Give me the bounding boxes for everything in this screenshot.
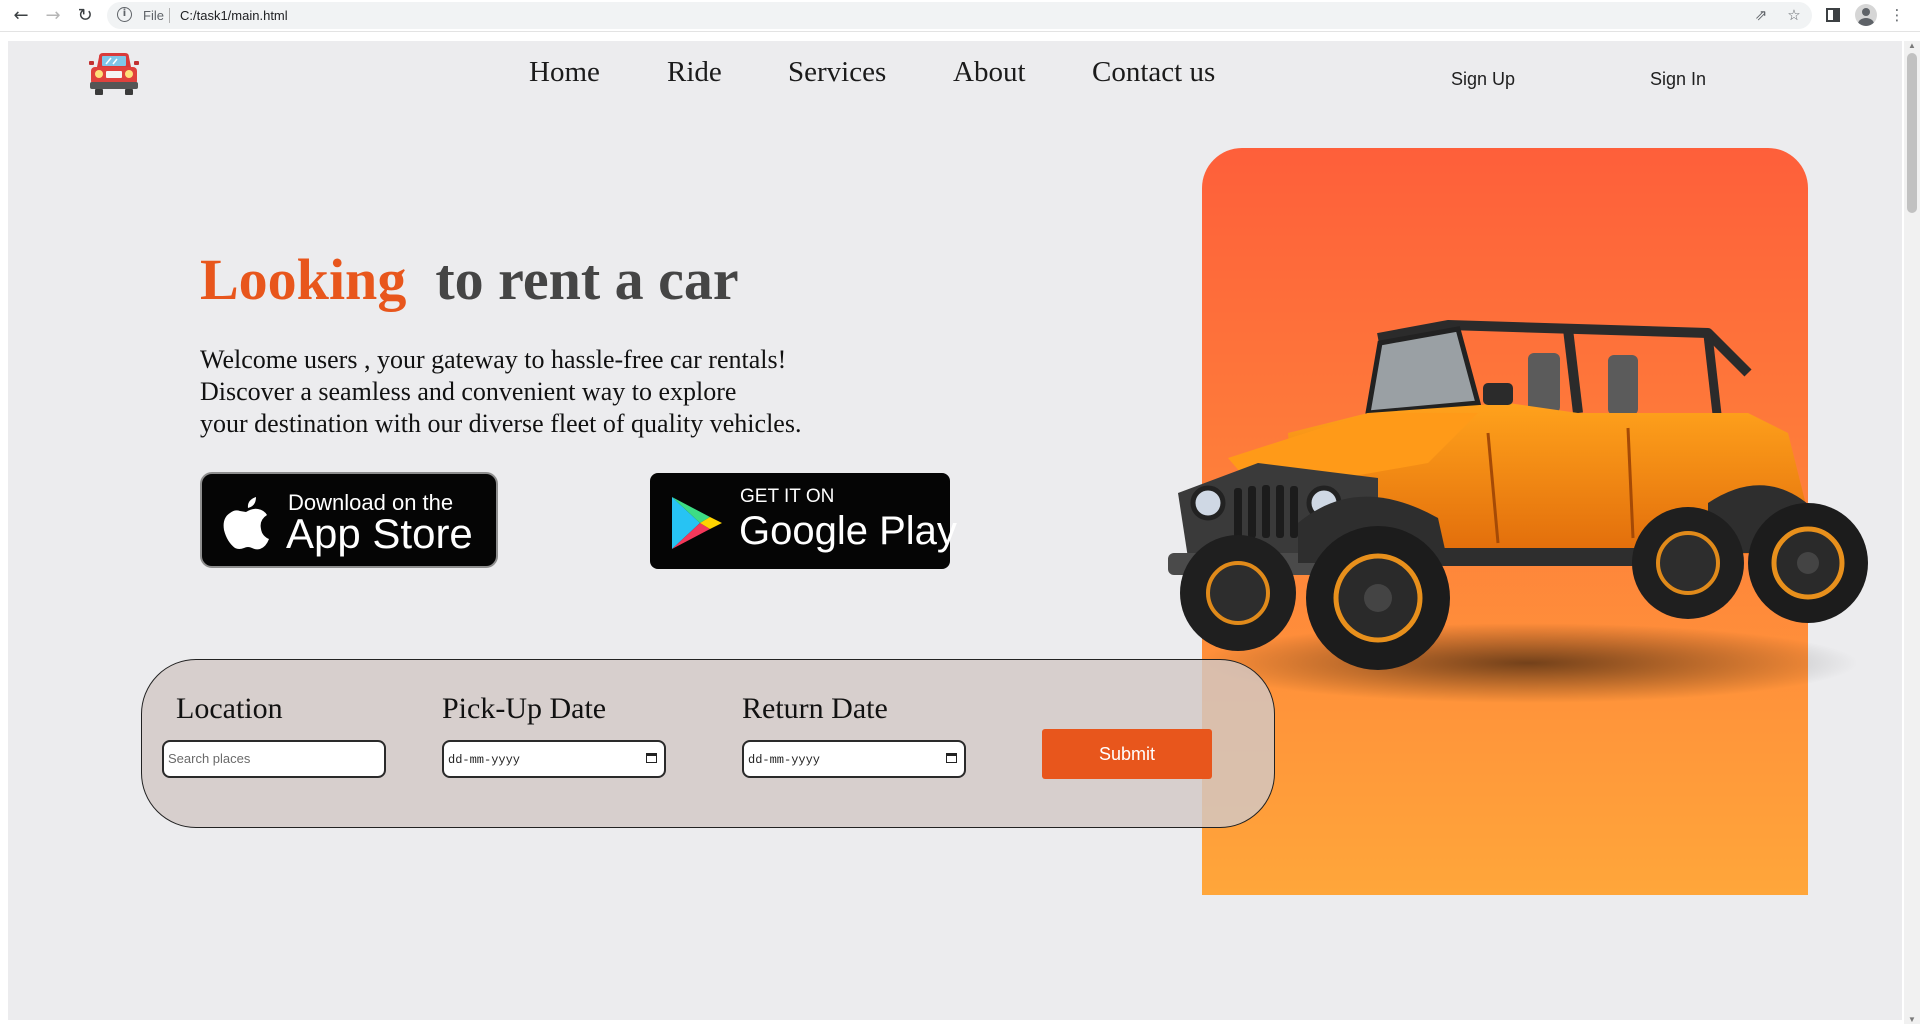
location-placeholder: Search places	[168, 751, 251, 766]
calendar-icon[interactable]	[646, 753, 657, 763]
google-play-line1: GET IT ON	[740, 486, 835, 507]
google-play-button[interactable]: GET IT ON Google Play	[650, 473, 957, 569]
google-play-line2: Google Play	[739, 509, 957, 553]
pickup-date-label: Pick-Up Date	[442, 692, 607, 725]
scroll-up-icon[interactable]: ▲	[1907, 41, 1917, 50]
nav-contact-us[interactable]: Contact us	[1092, 56, 1215, 89]
apple-icon	[223, 497, 269, 550]
pickup-date-value: dd-mm-yyyy	[448, 753, 521, 767]
hero-description-line: Discover a seamless and convenient way t…	[200, 377, 737, 406]
profile-avatar-icon[interactable]	[1855, 4, 1877, 26]
back-icon[interactable]: ←	[9, 3, 33, 27]
hero-description-line: your destination with our diverse fleet …	[200, 409, 802, 438]
nav-ride[interactable]: Ride	[667, 56, 722, 89]
url-text[interactable]: C:/task1/main.html	[180, 8, 288, 23]
security-label: File	[143, 8, 164, 23]
location-label: Location	[176, 692, 283, 725]
menu-dots-icon[interactable]: ⋮	[1886, 4, 1908, 26]
pickup-date-input[interactable]: dd-mm-yyyy	[442, 740, 666, 778]
hero-description-line: Welcome users , your gateway to hassle-f…	[200, 345, 787, 374]
address-bar[interactable]: i File C:/task1/main.html	[107, 2, 1812, 29]
page-viewport: Home Ride Services About Contact us Sign…	[8, 41, 1902, 1020]
bookmark-star-icon[interactable]: ☆	[1783, 4, 1805, 26]
app-store-line2: App Store	[286, 510, 473, 557]
google-play-icon	[672, 497, 722, 549]
hero-title: Looking to rent a car	[200, 246, 739, 313]
nav-home[interactable]: Home	[529, 56, 600, 89]
car-logo-icon[interactable]	[89, 51, 139, 95]
calendar-icon[interactable]	[946, 753, 957, 763]
forward-icon[interactable]: →	[41, 3, 65, 27]
location-search-input[interactable]: Search places	[162, 740, 386, 778]
page-scrollbar[interactable]: ▲ ▼	[1904, 41, 1920, 1024]
scrollbar-thumb[interactable]	[1907, 53, 1917, 213]
reload-icon[interactable]: ↻	[73, 3, 97, 27]
sign-in-link[interactable]: Sign In	[1650, 69, 1706, 90]
nav-services[interactable]: Services	[788, 56, 886, 89]
browser-toolbar: ← → ↻ i File C:/task1/main.html ⇗ ☆ ⋮	[0, 0, 1920, 32]
hero-title-accent: Looking	[200, 247, 407, 312]
hero-title-rest: to rent a car	[435, 247, 739, 312]
info-icon[interactable]: i	[117, 7, 132, 22]
return-date-value: dd-mm-yyyy	[748, 753, 821, 767]
sign-up-link[interactable]: Sign Up	[1451, 69, 1515, 90]
share-icon[interactable]: ⇗	[1750, 4, 1772, 26]
return-date-input[interactable]: dd-mm-yyyy	[742, 740, 966, 778]
hero-description: Welcome users , your gateway to hassle-f…	[200, 344, 801, 440]
return-date-label: Return Date	[742, 692, 888, 725]
orange-jeep-image	[1168, 320, 1868, 703]
side-panel-icon[interactable]	[1822, 4, 1844, 26]
separator	[169, 8, 170, 23]
submit-button[interactable]: Submit	[1042, 729, 1212, 779]
nav-about[interactable]: About	[953, 56, 1026, 89]
app-store-button[interactable]: Download on the App Store	[200, 472, 498, 568]
scroll-down-icon[interactable]: ▼	[1907, 1015, 1917, 1024]
